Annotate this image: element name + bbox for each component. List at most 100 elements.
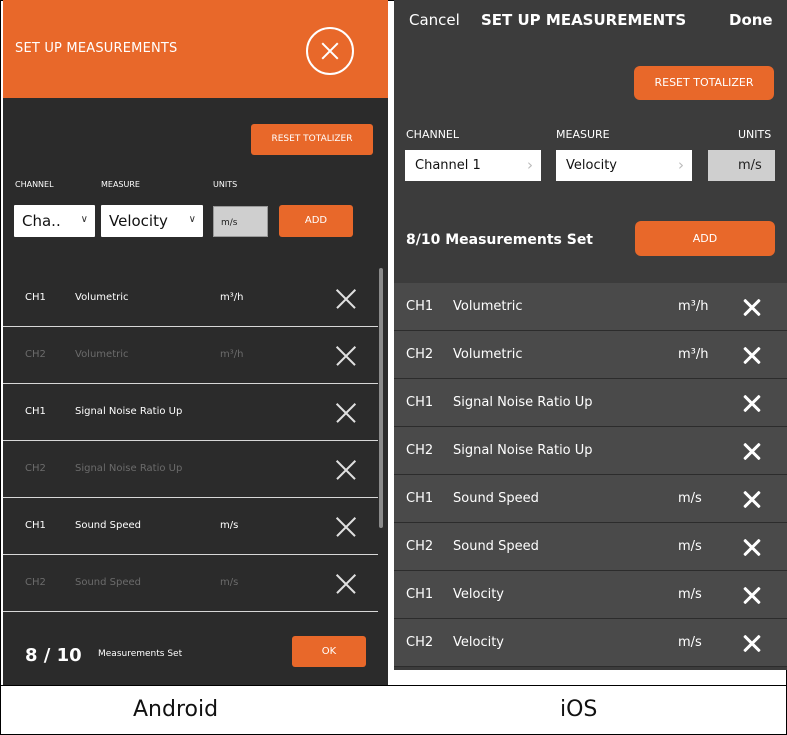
ios-screen: Cancel SET UP MEASUREMENTS Done RESET TO… <box>394 0 787 670</box>
row-units: m/s <box>678 635 702 650</box>
ios-nav-bar: Cancel SET UP MEASUREMENTS Done <box>394 0 787 40</box>
list-item: CH2 Signal Noise Ratio Up <box>394 427 787 475</box>
android-channel-value: Cha.. <box>22 212 61 230</box>
delete-icon[interactable] <box>743 347 761 365</box>
list-item: CH1 Signal Noise Ratio Up <box>394 379 787 427</box>
chevron-down-icon: ∨ <box>188 214 196 225</box>
row-measure: Signal Noise Ratio Up <box>453 443 593 458</box>
list-item: CH2 Volumetric m³/h <box>3 327 378 384</box>
row-units: m³/h <box>678 299 709 314</box>
android-measurement-list: CH1 Volumetric m³/h CH2 Volumetric m³/h CH1 Sig… <box>3 270 378 612</box>
scrollbar[interactable] <box>379 268 383 528</box>
android-reset-totalizer-button[interactable]: RESET TOTALIZER <box>251 124 373 155</box>
row-units: m/s <box>220 520 239 531</box>
ios-units-field: m/s <box>708 150 775 181</box>
ios-measure-label: MEASURE <box>556 128 610 141</box>
row-channel: CH2 <box>25 349 46 360</box>
ios-measure-field[interactable]: Velocity › <box>556 150 692 181</box>
list-item: CH2 Sound Speed m/s <box>394 523 787 571</box>
delete-icon[interactable] <box>336 403 356 423</box>
list-item: CH1 Volumetric m³/h <box>394 283 787 331</box>
row-channel: CH1 <box>406 395 434 410</box>
delete-icon[interactable] <box>336 517 356 537</box>
row-measure: Sound Speed <box>75 520 142 531</box>
android-channel-label: CHANNEL <box>15 180 54 189</box>
row-channel: CH2 <box>406 347 434 362</box>
android-measure-value: Velocity <box>109 212 168 230</box>
ios-measure-value: Velocity <box>566 158 617 173</box>
row-channel: CH1 <box>25 292 46 303</box>
ios-caption: iOS <box>560 697 598 722</box>
row-units: m³/h <box>220 292 244 303</box>
row-measure: Signal Noise Ratio Up <box>75 463 183 474</box>
row-units: m/s <box>678 587 702 602</box>
row-units: m/s <box>678 539 702 554</box>
ios-channel-value: Channel 1 <box>415 158 481 173</box>
row-channel: CH2 <box>406 635 434 650</box>
delete-icon[interactable] <box>743 491 761 509</box>
android-channel-select[interactable]: Cha.. ∨ <box>14 205 95 237</box>
delete-icon[interactable] <box>336 289 356 309</box>
row-channel: CH1 <box>406 299 434 314</box>
ios-title: SET UP MEASUREMENTS <box>481 11 687 29</box>
row-measure: Sound Speed <box>453 539 539 554</box>
ios-cancel-button[interactable]: Cancel <box>409 11 460 29</box>
android-title: SET UP MEASUREMENTS <box>15 41 178 56</box>
close-icon[interactable] <box>306 27 354 75</box>
android-count-label: Measurements Set <box>98 649 183 659</box>
list-item: CH1 Volumetric m³/h <box>3 270 378 327</box>
android-header: SET UP MEASUREMENTS <box>3 0 388 98</box>
list-item: CH2 Velocity m/s <box>394 619 787 667</box>
row-units: m³/h <box>220 349 244 360</box>
android-measure-select[interactable]: Velocity ∨ <box>101 205 203 237</box>
row-channel: CH2 <box>25 577 46 588</box>
android-measure-label: MEASURE <box>101 180 140 189</box>
delete-icon[interactable] <box>743 299 761 317</box>
row-channel: CH1 <box>406 587 434 602</box>
android-caption: Android <box>133 697 219 722</box>
row-channel: CH2 <box>406 539 434 554</box>
chevron-right-icon: › <box>527 156 533 174</box>
delete-icon[interactable] <box>743 587 761 605</box>
ios-measurement-count: 8/10 Measurements Set <box>406 232 594 248</box>
row-measure: Velocity <box>453 635 504 650</box>
row-measure: Signal Noise Ratio Up <box>453 395 593 410</box>
android-units-field: m/s <box>213 206 268 237</box>
chevron-down-icon: ∨ <box>80 214 88 225</box>
delete-icon[interactable] <box>743 539 761 557</box>
ios-reset-totalizer-button[interactable]: RESET TOTALIZER <box>634 66 774 100</box>
list-item: CH2 Signal Noise Ratio Up <box>3 441 378 498</box>
row-channel: CH1 <box>25 520 46 531</box>
row-measure: Volumetric <box>453 347 523 362</box>
ios-add-button[interactable]: ADD <box>635 221 775 256</box>
list-item: CH2 Volumetric m³/h <box>394 331 787 379</box>
android-screen: SET UP MEASUREMENTS RESET TOTALIZER CHAN… <box>3 0 388 685</box>
android-ok-button[interactable]: OK <box>292 636 366 667</box>
chevron-right-icon: › <box>678 156 684 174</box>
list-item: CH2 Sound Speed m/s <box>3 555 378 612</box>
row-units: m³/h <box>678 347 709 362</box>
row-channel: CH2 <box>25 463 46 474</box>
row-measure: Sound Speed <box>75 577 142 588</box>
row-measure: Volumetric <box>453 299 523 314</box>
delete-icon[interactable] <box>743 635 761 653</box>
row-measure: Volumetric <box>75 349 129 360</box>
delete-icon[interactable] <box>336 460 356 480</box>
ios-channel-label: CHANNEL <box>406 128 460 141</box>
row-channel: CH2 <box>406 443 434 458</box>
ios-done-button[interactable]: Done <box>729 11 773 29</box>
ios-channel-field[interactable]: Channel 1 › <box>405 150 541 181</box>
list-item: CH1 Sound Speed m/s <box>3 498 378 555</box>
ios-measurement-list: CH1 Volumetric m³/h CH2 Volumetric m³/h CH1 Sig… <box>394 283 787 667</box>
delete-icon[interactable] <box>336 346 356 366</box>
delete-icon[interactable] <box>336 574 356 594</box>
row-measure: Velocity <box>453 587 504 602</box>
ios-units-label: UNITS <box>738 128 772 141</box>
delete-icon[interactable] <box>743 395 761 413</box>
list-item: CH1 Sound Speed m/s <box>394 475 787 523</box>
android-add-button[interactable]: ADD <box>279 205 353 237</box>
row-measure: Sound Speed <box>453 491 539 506</box>
list-item: CH1 Velocity m/s <box>394 571 787 619</box>
row-units: m/s <box>220 577 239 588</box>
delete-icon[interactable] <box>743 443 761 461</box>
